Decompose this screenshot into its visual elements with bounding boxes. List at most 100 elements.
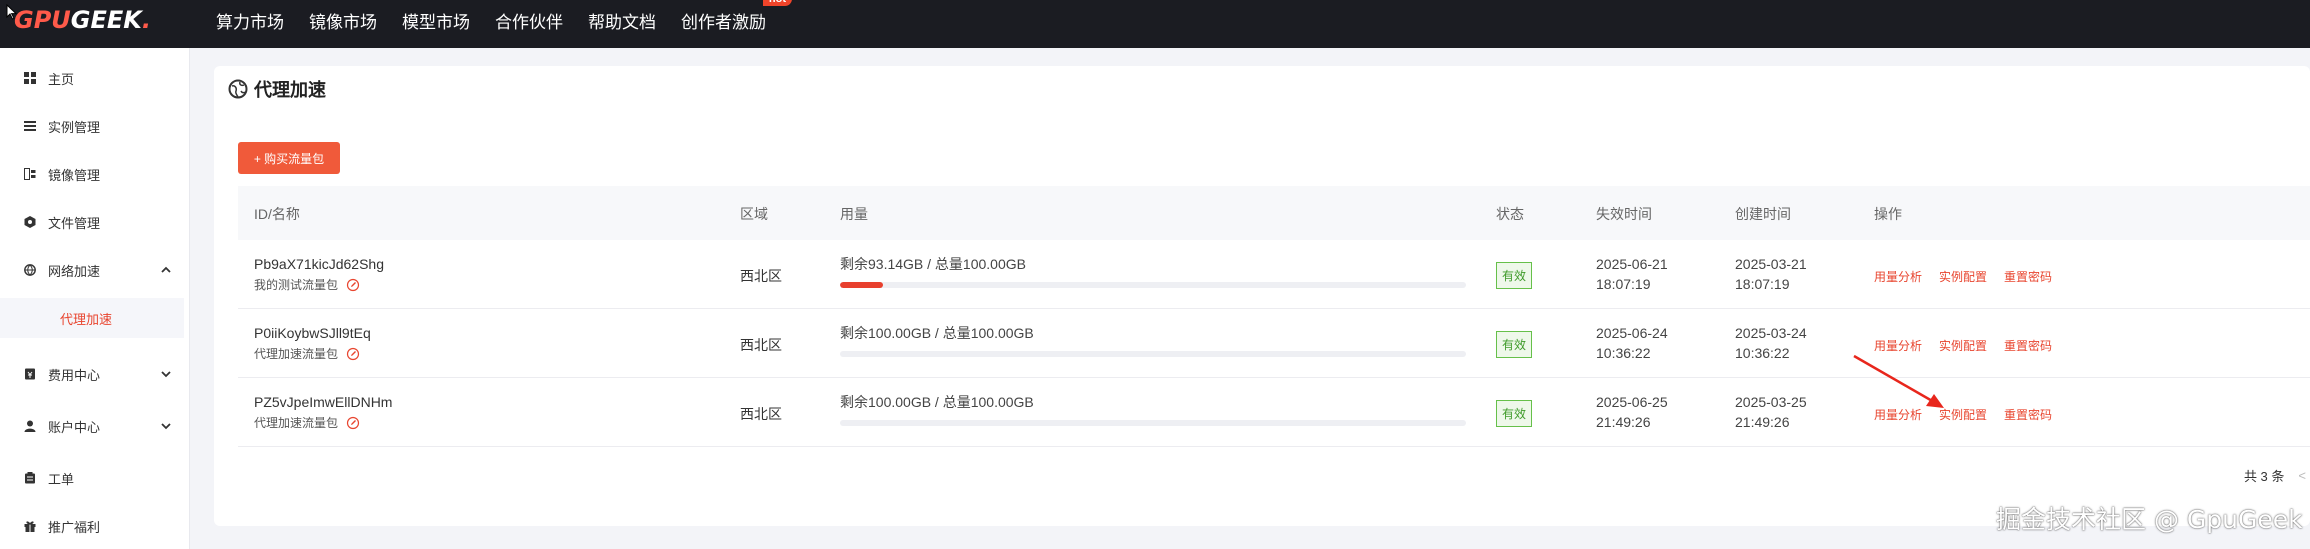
sidebar-item-label: 实例管理 (48, 119, 101, 135)
usage-analysis-link[interactable]: 用量分析 (1874, 268, 1922, 285)
package-name: 我的测试流量包 (254, 278, 339, 292)
created-time: 18:07:19 (1735, 276, 1790, 292)
sidebar-item-label: 费用中心 (48, 367, 101, 383)
nav-help-docs[interactable]: 帮助文档 (588, 8, 656, 33)
sidebar-item-label: 账户中心 (48, 419, 101, 435)
created-date: 2025-03-21 (1735, 256, 1807, 272)
table-header: ID/名称 区域 用量 状态 失效时间 创建时间 操作 (238, 186, 2310, 240)
reset-password-link[interactable]: 重置密码 (2004, 337, 2052, 354)
gpugeek-logo[interactable]: GPU GEEK. (14, 6, 151, 34)
usage-text: 剩余100.00GB / 总量100.00GB (840, 394, 1034, 410)
sidebar-item-proxy-acceleration[interactable]: 代理加速 (0, 298, 184, 338)
nav-model-market[interactable]: 模型市场 (402, 8, 470, 33)
sidebar-item-billing[interactable]: 费用中心 (0, 354, 184, 394)
sidebar-item-label: 镜像管理 (48, 167, 101, 183)
sidebar-item-network-acceleration[interactable]: 网络加速 (0, 250, 184, 290)
sidebar-item-instances[interactable]: 实例管理 (0, 106, 184, 146)
pagination: 共 3 条 < (2244, 466, 2310, 485)
nav-creator-incentive[interactable]: 创作者激励 hot (681, 0, 792, 33)
package-name: 代理加速流量包 (254, 347, 339, 361)
sidebar-item-tickets[interactable]: 工单 (0, 458, 184, 498)
main-panel: 代理加速 + 购买流量包 ID/名称 区域 用量 状态 失效时间 创建时间 操作… (214, 66, 2310, 526)
sidebar-item-referral[interactable]: 推广福利 (0, 506, 184, 546)
sidebar-item-images[interactable]: 镜像管理 (0, 154, 184, 194)
sidebar-item-label: 文件管理 (48, 215, 101, 231)
created-date: 2025-03-24 (1735, 325, 1807, 341)
total-count: 共 3 条 (2243, 469, 2285, 484)
sidebar-item-label: 主页 (48, 71, 75, 87)
expire-date: 2025-06-25 (1596, 394, 1668, 410)
ticket-icon (25, 472, 35, 484)
header-usage: 用量 (840, 206, 868, 222)
usage-analysis-link[interactable]: 用量分析 (1874, 337, 1922, 354)
main-nav: 算力市场 镜像市场 模型市场 合作伙伴 帮助文档 创作者激励 hot (216, 0, 792, 40)
nav-image-market[interactable]: 镜像市场 (309, 8, 377, 33)
region-cell: 西北区 (740, 337, 782, 353)
edit-icon[interactable] (346, 416, 360, 430)
header-status: 状态 (1496, 206, 1524, 222)
list-icon (24, 121, 36, 131)
globe-icon (24, 264, 36, 276)
package-name-row: 我的测试流量包 (254, 276, 384, 293)
table-row: Pb9aX71kicJd62Shg 我的测试流量包 西北区 剩余93.14GB … (238, 240, 2310, 309)
created-time: 10:36:22 (1735, 345, 1790, 361)
nav-compute-market[interactable]: 算力市场 (216, 8, 284, 33)
sidebar-item-label: 推广福利 (48, 519, 101, 535)
expire-time: 21:49:26 (1596, 414, 1651, 430)
instance-config-link[interactable]: 实例配置 (1939, 337, 1987, 354)
prev-page-button[interactable]: < (2298, 468, 2306, 483)
id-cell: PZ5vJpeImwEllDNHm 代理加速流量包 (254, 394, 392, 431)
nav-partners[interactable]: 合作伙伴 (495, 8, 563, 33)
ops-cell: 用量分析 实例配置 重置密码 (1874, 337, 2052, 354)
edit-icon[interactable] (346, 278, 360, 292)
sidebar-item-label: 网络加速 (48, 263, 101, 279)
header-ops: 操作 (1874, 206, 1902, 222)
nav-creator-incentive-label: 创作者激励 (681, 12, 766, 32)
grid-icon (24, 72, 36, 84)
sidebar-item-files[interactable]: 文件管理 (0, 202, 184, 242)
gift-icon (24, 521, 36, 532)
status-badge: 有效 (1496, 262, 1533, 289)
ops-cell: 用量分析 实例配置 重置密码 (1874, 406, 2052, 423)
created-time: 21:49:26 (1735, 414, 1790, 430)
edit-icon[interactable] (346, 347, 360, 361)
page-title-text: 代理加速 (254, 80, 326, 100)
table-row: P0iiKoybwSJll9tEq 代理加速流量包 西北区 剩余100.00GB… (238, 309, 2310, 378)
status-cell: 有效 (1496, 262, 1533, 289)
usage-cell: 剩余100.00GB / 总量100.00GB (840, 392, 1466, 426)
usage-analysis-link[interactable]: 用量分析 (1874, 406, 1922, 423)
chevron-down-icon (161, 371, 171, 378)
usage-cell: 剩余93.14GB / 总量100.00GB (840, 254, 1466, 288)
created-cell: 2025-03-21 18:07:19 (1735, 254, 1807, 294)
sidebar-item-account[interactable]: 账户中心 (0, 406, 184, 446)
status-cell: 有效 (1496, 400, 1533, 427)
usage-text: 剩余93.14GB / 总量100.00GB (840, 256, 1026, 272)
sidebar: 主页 实例管理 镜像管理 文件管理 网络加速 代理加速 费用中心 账户中心 工单… (0, 48, 190, 549)
usage-text: 剩余100.00GB / 总量100.00GB (840, 325, 1034, 341)
instance-config-link[interactable]: 实例配置 (1939, 406, 1987, 423)
instance-config-link[interactable]: 实例配置 (1939, 268, 1987, 285)
hot-badge: hot (762, 0, 792, 6)
folder-icon (24, 216, 36, 228)
buy-traffic-package-button[interactable]: + 购买流量包 (238, 142, 340, 174)
package-id: P0iiKoybwSJll9tEq (254, 325, 371, 341)
status-cell: 有效 (1496, 331, 1533, 358)
user-icon (24, 420, 36, 432)
reset-password-link[interactable]: 重置密码 (2004, 406, 2052, 423)
proxy-package-table: ID/名称 区域 用量 状态 失效时间 创建时间 操作 Pb9aX71kicJd… (238, 186, 2310, 447)
sidebar-item-home[interactable]: 主页 (0, 58, 184, 98)
usage-progress-bar (840, 351, 1466, 357)
image-icon (24, 168, 36, 180)
created-date: 2025-03-25 (1735, 394, 1807, 410)
watermark: 掘金技术社区 @ GpuGeek (1996, 505, 2303, 534)
wallet-icon (25, 368, 35, 380)
expire-cell: 2025-06-21 18:07:19 (1596, 254, 1668, 294)
reset-password-link[interactable]: 重置密码 (2004, 268, 2052, 285)
package-id: PZ5vJpeImwEllDNHm (254, 394, 393, 410)
created-cell: 2025-03-25 21:49:26 (1735, 392, 1807, 432)
expire-date: 2025-06-24 (1596, 325, 1668, 341)
chevron-up-icon (161, 266, 171, 273)
expire-time: 18:07:19 (1596, 276, 1651, 292)
status-badge: 有效 (1496, 400, 1533, 427)
expire-cell: 2025-06-25 21:49:26 (1596, 392, 1668, 432)
